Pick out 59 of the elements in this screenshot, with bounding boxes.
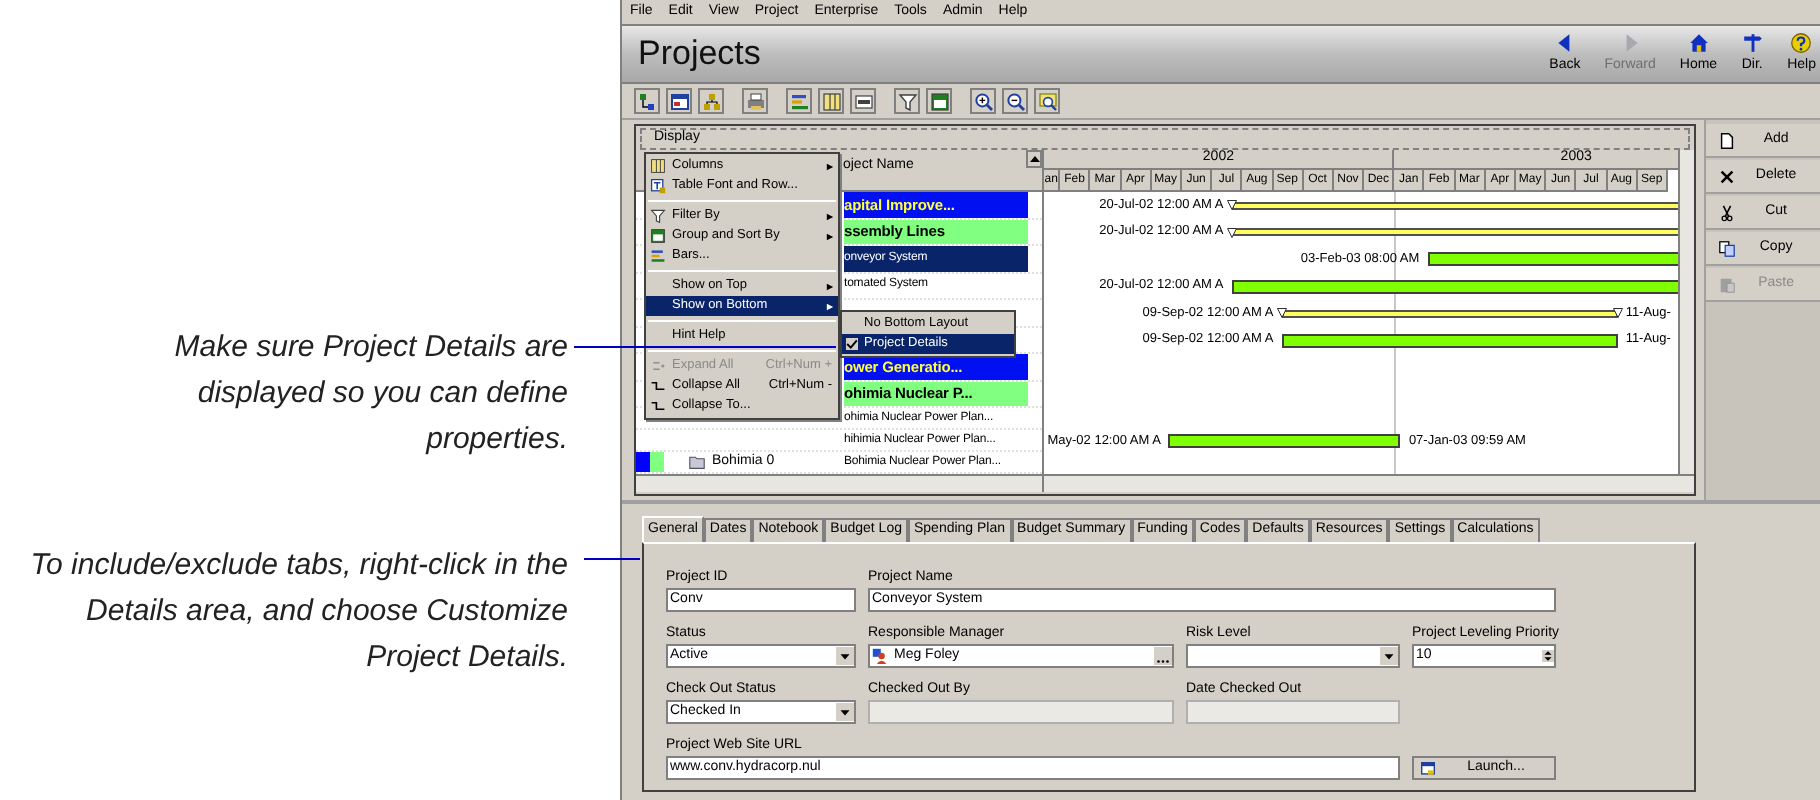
- filter-icon: [650, 208, 666, 224]
- toolbar-button[interactable]: [1034, 88, 1060, 114]
- toolbar-button[interactable]: [666, 88, 692, 114]
- toolbar-button[interactable]: [1002, 88, 1028, 114]
- zoom-fit-icon: [1037, 91, 1057, 111]
- triangle-marker-icon: [1611, 308, 1624, 319]
- task-bar[interactable]: [1168, 434, 1401, 448]
- triangle-marker-icon: [1275, 308, 1288, 319]
- folder-icon: [688, 454, 706, 470]
- toolbar-button[interactable]: [850, 88, 876, 114]
- expand-icon: [650, 358, 666, 374]
- page-icon: [1718, 131, 1737, 149]
- baseline-bar[interactable]: [1231, 201, 1679, 210]
- font-icon: [650, 178, 666, 194]
- toolbar-button[interactable]: [786, 88, 812, 114]
- rows-icon: [853, 91, 873, 111]
- layout-icon: [650, 228, 666, 244]
- zoom-in-icon: [973, 91, 993, 111]
- toolbar-button[interactable]: [926, 88, 952, 114]
- help-icon: [1790, 31, 1813, 54]
- window-title: Projects: [638, 32, 761, 77]
- horizontal-scrollbar[interactable]: [636, 476, 1044, 492]
- toolbar-button[interactable]: [894, 88, 920, 114]
- columns-icon: [650, 158, 666, 174]
- layout-icon: [929, 91, 949, 111]
- tree-icon: [637, 91, 657, 111]
- window-icon: [1420, 761, 1436, 775]
- toolbar-button[interactable]: [742, 88, 768, 114]
- leader-line: [584, 558, 640, 560]
- toolbar-button[interactable]: [634, 88, 660, 114]
- copy-icon: [1718, 239, 1737, 257]
- zoom-out-icon: [1005, 91, 1025, 111]
- columns-icon: [821, 91, 841, 111]
- hierarchy-icon: [701, 91, 721, 111]
- scroll-up-arrow-icon[interactable]: [1029, 156, 1040, 162]
- printer-icon: [745, 91, 765, 111]
- window-icon: [669, 91, 689, 111]
- bars-icon: [789, 91, 809, 111]
- task-bar[interactable]: [1281, 333, 1618, 348]
- close-icon: [1718, 167, 1737, 185]
- triangle-marker-icon: [1225, 227, 1238, 238]
- ellipsis-icon: [1154, 646, 1172, 666]
- house-icon: [1687, 31, 1710, 54]
- horizontal-scrollbar[interactable]: [1044, 476, 1695, 492]
- baseline-bar[interactable]: [1231, 228, 1679, 237]
- clipboard-icon: [1718, 275, 1737, 293]
- scissors-icon: [1718, 203, 1737, 221]
- signpost-icon: [1741, 31, 1764, 54]
- toolbar-button[interactable]: [970, 88, 996, 114]
- dropdown-field[interactable]: [1186, 644, 1400, 668]
- callout-text: Make sure Project Details are displayed so you can define properties.: [172, 328, 568, 460]
- filter-icon: [897, 91, 917, 111]
- bars-icon: [650, 248, 666, 264]
- vertical-scrollbar[interactable]: [1678, 150, 1695, 474]
- spinner-arrows-icon: [1542, 646, 1554, 666]
- baseline-bar[interactable]: [1281, 309, 1618, 318]
- triangle-marker-icon: [1225, 200, 1238, 211]
- person-icon: [872, 648, 888, 664]
- callout-text: To include/exclude tabs, right-click in the Details area, and choose Customize Project Details.: [28, 546, 568, 678]
